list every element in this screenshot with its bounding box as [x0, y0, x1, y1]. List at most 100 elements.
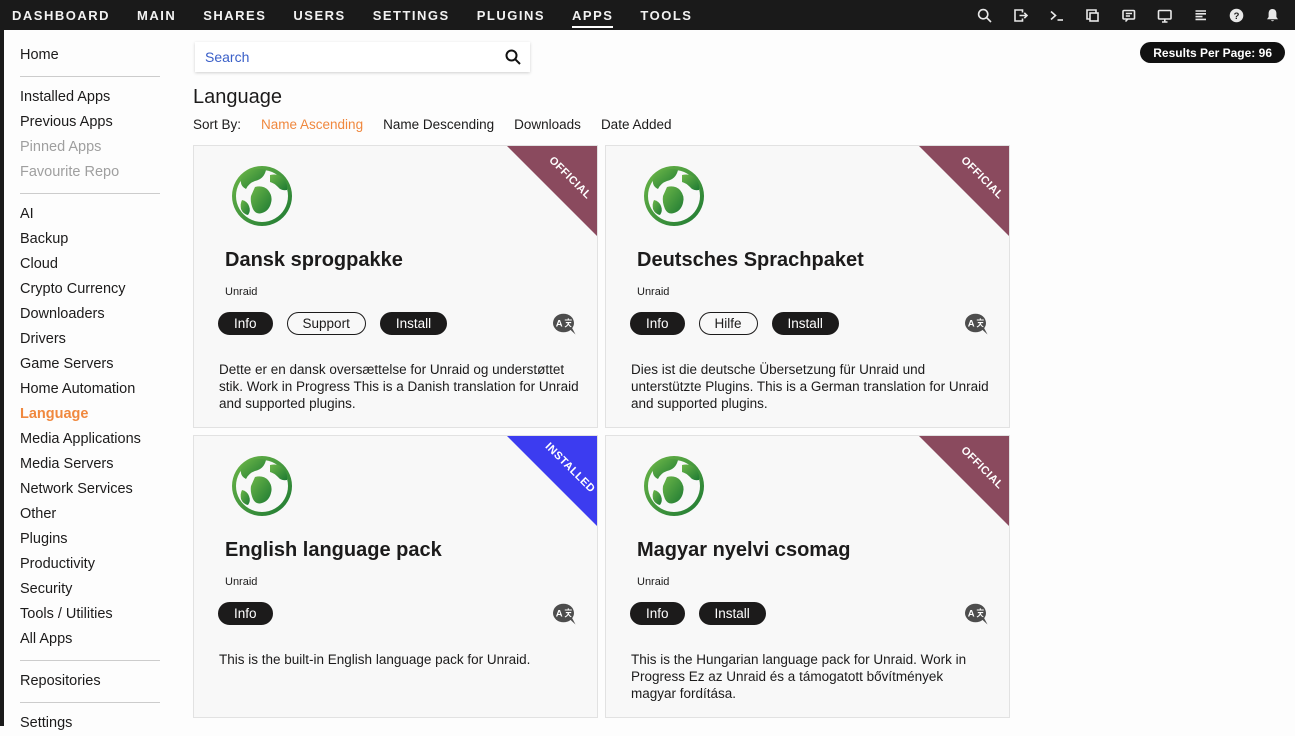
help-icon[interactable]: ?	[1228, 7, 1245, 24]
sort-name-descending[interactable]: Name Descending	[383, 117, 494, 132]
sort-downloads[interactable]: Downloads	[514, 117, 581, 132]
info-button[interactable]: Info	[218, 602, 273, 625]
sidebar-item-backup[interactable]: Backup	[20, 227, 193, 252]
search-submit-button[interactable]	[496, 42, 530, 72]
search-icon[interactable]	[976, 7, 993, 24]
official-ribbon: OFFICIAL	[919, 146, 1009, 236]
card-actions: Info Support Install A	[218, 312, 577, 335]
app-card-grid: OFFICIAL Dansk sprogpakke Unraid	[193, 145, 1295, 718]
sidebar-item-network-services[interactable]: Network Services	[20, 477, 193, 502]
sidebar-item-cloud[interactable]: Cloud	[20, 252, 193, 277]
terminal-icon[interactable]	[1048, 7, 1065, 24]
translate-icon[interactable]: A	[964, 313, 989, 335]
sort-by-label: Sort By:	[193, 117, 241, 132]
sidebar-item-drivers[interactable]: Drivers	[20, 327, 193, 352]
card-actions: Info A	[218, 602, 577, 625]
svg-text:A: A	[968, 318, 975, 329]
app-description: This is the built-in English language pa…	[219, 651, 579, 668]
nav-settings[interactable]: SETTINGS	[373, 2, 450, 28]
ribbon-label: INSTALLED	[541, 439, 598, 497]
support-button[interactable]: Support	[287, 312, 366, 335]
sidebar-item-ai[interactable]: AI	[20, 202, 193, 227]
bell-icon[interactable]	[1264, 7, 1281, 24]
card-actions: Info Install A	[630, 602, 989, 625]
sidebar-item-home-automation[interactable]: Home Automation	[20, 377, 193, 402]
sidebar-item-installed-apps[interactable]: Installed Apps	[20, 85, 193, 110]
svg-text:A: A	[968, 608, 975, 619]
app-title[interactable]: Magyar nyelvi csomag	[637, 539, 850, 562]
app-author: Unraid	[225, 576, 257, 588]
sidebar-divider	[20, 76, 160, 77]
results-per-page-pill[interactable]: Results Per Page: 96	[1140, 42, 1285, 63]
globe-icon	[636, 164, 712, 235]
info-button[interactable]: Info	[218, 312, 273, 335]
search-input[interactable]	[195, 49, 496, 65]
sidebar-item-media-servers[interactable]: Media Servers	[20, 452, 193, 477]
app-title[interactable]: English language pack	[225, 539, 442, 562]
support-button[interactable]: Hilfe	[699, 312, 758, 335]
app-card-dansk: OFFICIAL Dansk sprogpakke Unraid	[193, 145, 598, 428]
official-ribbon: OFFICIAL	[507, 146, 597, 236]
translate-icon[interactable]: A	[552, 603, 577, 625]
app-card-english: INSTALLED English language pack Unraid I…	[193, 435, 598, 718]
page-title: Language	[193, 86, 1295, 109]
app-card-magyar: OFFICIAL Magyar nyelvi csomag Unraid Inf…	[605, 435, 1010, 718]
nav-items: DASHBOARD MAIN SHARES USERS SETTINGS PLU…	[0, 2, 692, 28]
nav-shares[interactable]: SHARES	[203, 2, 266, 28]
main-content: Results Per Page: 96 Language Sort By: N…	[193, 30, 1295, 726]
nav-tools[interactable]: TOOLS	[640, 2, 692, 28]
globe-icon	[224, 454, 300, 525]
app-description: This is the Hungarian language pack for …	[631, 651, 991, 702]
copy-icon[interactable]	[1084, 7, 1101, 24]
card-actions: Info Hilfe Install A	[630, 312, 989, 335]
sidebar-item-plugins[interactable]: Plugins	[20, 527, 193, 552]
sort-date-added[interactable]: Date Added	[601, 117, 672, 132]
translate-icon[interactable]: A	[552, 313, 577, 335]
sidebar-item-security[interactable]: Security	[20, 577, 193, 602]
sidebar-item-favourite-repo: Favourite Repo	[20, 160, 193, 185]
installed-ribbon: INSTALLED	[507, 436, 597, 526]
sidebar-item-other[interactable]: Other	[20, 502, 193, 527]
install-button[interactable]: Install	[380, 312, 447, 335]
sidebar-item-language[interactable]: Language	[20, 402, 193, 427]
svg-text:?: ?	[1234, 11, 1240, 22]
sort-name-ascending[interactable]: Name Ascending	[261, 117, 363, 132]
top-navbar: DASHBOARD MAIN SHARES USERS SETTINGS PLU…	[0, 0, 1295, 30]
sidebar-divider	[20, 702, 160, 703]
sidebar-item-home[interactable]: Home	[20, 43, 193, 68]
sidebar-item-repositories[interactable]: Repositories	[20, 669, 193, 694]
display-icon[interactable]	[1156, 7, 1173, 24]
sidebar-item-tools-utilities[interactable]: Tools / Utilities	[20, 602, 193, 627]
search-box	[195, 42, 530, 72]
app-card-deutsch: OFFICIAL Deutsches Sprachpaket Unraid In…	[605, 145, 1010, 428]
translate-icon[interactable]: A	[964, 603, 989, 625]
app-title[interactable]: Dansk sprogpakke	[225, 249, 403, 272]
install-button[interactable]: Install	[772, 312, 839, 335]
install-button[interactable]: Install	[699, 602, 766, 625]
app-title[interactable]: Deutsches Sprachpaket	[637, 249, 864, 272]
app-description: Dies ist die deutsche Übersetzung für Un…	[631, 361, 991, 412]
info-button[interactable]: Info	[630, 312, 685, 335]
sidebar-item-media-applications[interactable]: Media Applications	[20, 427, 193, 452]
info-button[interactable]: Info	[630, 602, 685, 625]
official-ribbon: OFFICIAL	[919, 436, 1009, 526]
sidebar-item-downloaders[interactable]: Downloaders	[20, 302, 193, 327]
feedback-icon[interactable]	[1120, 7, 1137, 24]
nav-dashboard[interactable]: DASHBOARD	[12, 2, 110, 28]
sidebar-item-crypto-currency[interactable]: Crypto Currency	[20, 277, 193, 302]
sidebar-divider	[20, 660, 160, 661]
nav-users[interactable]: USERS	[293, 2, 345, 28]
sidebar-divider	[20, 193, 160, 194]
sidebar-item-all-apps[interactable]: All Apps	[20, 627, 193, 652]
sidebar-item-settings[interactable]: Settings	[20, 711, 193, 736]
sidebar-item-productivity[interactable]: Productivity	[20, 552, 193, 577]
nav-icons: ?	[976, 7, 1295, 24]
nav-plugins[interactable]: PLUGINS	[477, 2, 545, 28]
ribbon-label: OFFICIAL	[953, 439, 1010, 497]
nav-main[interactable]: MAIN	[137, 2, 176, 28]
log-icon[interactable]	[1192, 7, 1209, 24]
logout-icon[interactable]	[1012, 7, 1029, 24]
sidebar-item-previous-apps[interactable]: Previous Apps	[20, 110, 193, 135]
nav-apps[interactable]: APPS	[572, 2, 613, 28]
sidebar-item-game-servers[interactable]: Game Servers	[20, 352, 193, 377]
